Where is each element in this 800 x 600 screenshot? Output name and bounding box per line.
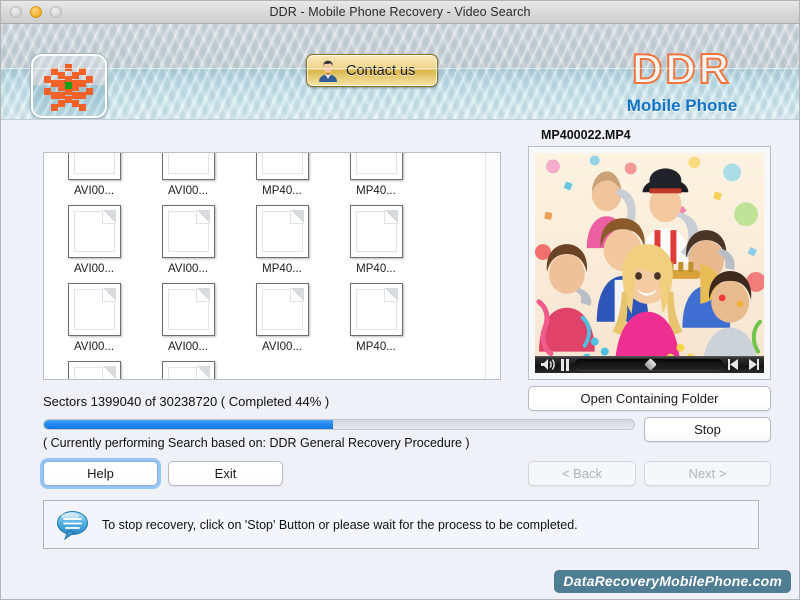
file-item-label: MP40... <box>356 185 396 197</box>
file-item[interactable]: AVI00... <box>144 283 232 353</box>
file-grid: AVI00... AVI00... MP40... MP40... AVI00... AV… <box>44 152 488 380</box>
file-item-label: MP40... <box>262 185 302 197</box>
document-icon <box>162 283 215 336</box>
document-icon <box>256 152 309 180</box>
scrubber-handle[interactable] <box>644 358 657 371</box>
file-item-label: MP40... <box>356 263 396 275</box>
recovered-files-panel[interactable]: AVI00... AVI00... MP40... MP40... AVI00... AV… <box>43 152 501 380</box>
application-window: DDR - Mobile Phone Recovery - Video Sear… <box>0 0 800 600</box>
speaker-icon[interactable] <box>540 358 555 371</box>
contact-us-label: Contact us <box>346 63 415 79</box>
file-item[interactable]: AVI00... <box>144 205 232 275</box>
back-button[interactable]: < Back <box>528 461 636 486</box>
file-item[interactable]: MP40... <box>238 152 326 197</box>
file-item-label: AVI00... <box>262 341 302 353</box>
file-item[interactable]: AVI00... <box>50 283 138 353</box>
video-scrubber[interactable] <box>575 359 723 370</box>
checker-star-svg <box>41 62 97 114</box>
brand-block: DDR Mobile Phone <box>587 48 777 116</box>
info-message-box: To stop recovery, click on 'Stop' Button… <box>43 500 759 549</box>
contact-us-button[interactable]: Contact us <box>306 54 438 87</box>
document-icon <box>350 205 403 258</box>
document-icon <box>162 205 215 258</box>
file-item-label: AVI00... <box>74 341 114 353</box>
preview-panel <box>528 146 771 380</box>
current-operation-text: ( Currently performing Search based on: … <box>43 436 470 450</box>
file-item-label: MP40... <box>356 341 396 353</box>
titlebar: DDR - Mobile Phone Recovery - Video Sear… <box>1 1 799 24</box>
file-item[interactable]: MP40... <box>238 205 326 275</box>
file-item[interactable]: MP40... <box>332 283 420 353</box>
brand-title: DDR <box>587 48 777 90</box>
video-player-controls[interactable] <box>535 356 764 373</box>
file-item-label: AVI00... <box>74 263 114 275</box>
document-icon <box>256 205 309 258</box>
document-icon <box>68 152 121 180</box>
file-item[interactable]: MP40... <box>332 152 420 197</box>
scan-progress-fill <box>44 420 333 429</box>
file-item-label: AVI00... <box>168 263 208 275</box>
file-item-label: MP40... <box>262 263 302 275</box>
help-button[interactable]: Help <box>43 461 158 486</box>
document-icon <box>68 361 121 380</box>
sectors-status-text: Sectors 1399040 of 30238720 ( Completed … <box>43 394 329 409</box>
file-item[interactable]: MP40... <box>332 205 420 275</box>
header-banner: Contact us DDR Mobile Phone <box>1 24 799 120</box>
file-item[interactable]: AVI00... <box>238 283 326 353</box>
file-item[interactable]: AVI00... <box>50 205 138 275</box>
window-title: DDR - Mobile Phone Recovery - Video Sear… <box>1 5 799 19</box>
brand-subtitle: Mobile Phone <box>587 96 777 116</box>
video-preview[interactable] <box>535 153 764 373</box>
ddr-checker-star-icon <box>31 54 107 118</box>
stop-button[interactable]: Stop <box>644 417 771 442</box>
file-item[interactable]: AVI00... <box>144 152 232 197</box>
speech-bubble-icon <box>56 510 90 540</box>
step-backward-icon[interactable] <box>728 359 741 370</box>
preview-filename: MP400022.MP4 <box>541 128 631 142</box>
document-icon <box>162 152 215 180</box>
next-button[interactable]: Next > <box>644 461 771 486</box>
person-avatar-icon <box>316 59 340 83</box>
file-item-label: AVI00... <box>168 185 208 197</box>
open-containing-folder-button[interactable]: Open Containing Folder <box>528 386 771 411</box>
info-message-text: To stop recovery, click on 'Stop' Button… <box>102 518 578 532</box>
document-icon <box>350 152 403 180</box>
main-content: AVI00... AVI00... MP40... MP40... AVI00... AV… <box>1 120 799 600</box>
file-item-label: AVI00... <box>168 341 208 353</box>
scan-progress-bar <box>43 419 635 430</box>
file-item[interactable]: AVI00... <box>50 361 138 380</box>
exit-button[interactable]: Exit <box>168 461 283 486</box>
pause-icon[interactable] <box>560 359 570 371</box>
file-item-label: AVI00... <box>74 185 114 197</box>
watermark-badge: DataRecoveryMobilePhone.com <box>554 570 791 593</box>
document-icon <box>162 361 215 380</box>
file-item[interactable]: AVI00... <box>50 152 138 197</box>
file-item[interactable]: MP40... <box>144 361 232 380</box>
step-forward-icon[interactable] <box>746 359 759 370</box>
file-list-scrollbar[interactable] <box>485 153 500 379</box>
document-icon <box>350 283 403 336</box>
video-frame-image <box>535 153 764 373</box>
document-icon <box>256 283 309 336</box>
document-icon <box>68 205 121 258</box>
document-icon <box>68 283 121 336</box>
